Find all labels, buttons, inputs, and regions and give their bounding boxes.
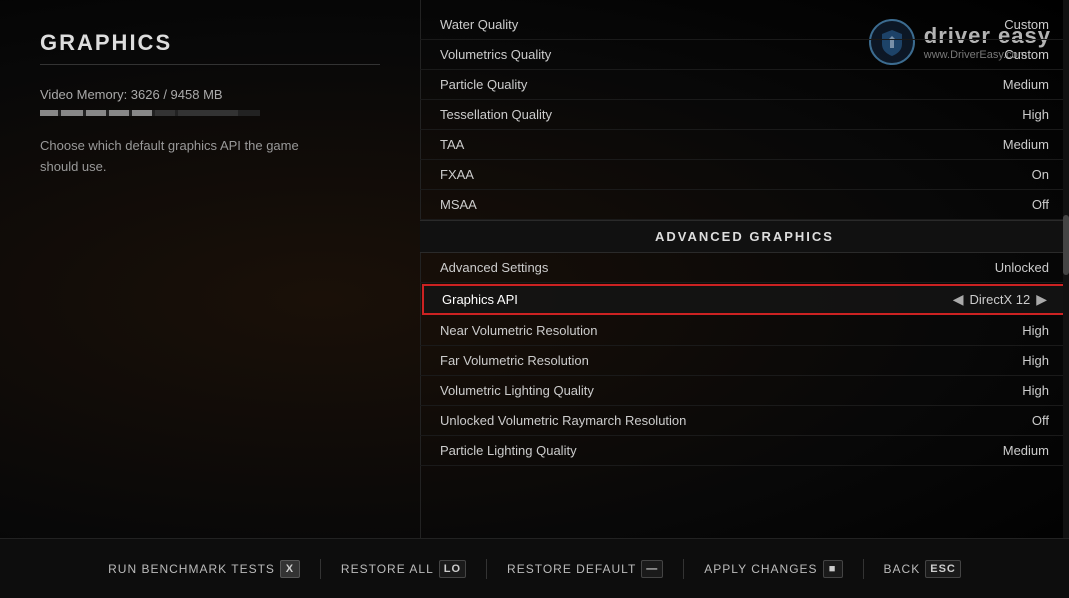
separator (486, 559, 487, 579)
page-title: Graphics (40, 30, 380, 65)
setting-row-fxaa[interactable]: FXAA On (420, 160, 1069, 190)
setting-name: MSAA (440, 197, 477, 212)
restore-all-label: Restore All (341, 562, 434, 576)
separator (683, 559, 684, 579)
run-benchmark-label: Run Benchmark Tests (108, 562, 275, 576)
setting-row-tessellation-quality[interactable]: Tessellation Quality High (420, 100, 1069, 130)
setting-row-volumetric-lighting[interactable]: Volumetric Lighting Quality High (420, 376, 1069, 406)
settings-list: Water Quality Custom Volumetrics Quality… (420, 0, 1069, 476)
scrollbar[interactable] (1063, 0, 1069, 538)
restore-all-key: LO (439, 560, 466, 578)
setting-value: High (969, 323, 1049, 338)
setting-row-water-quality[interactable]: Water Quality Custom (420, 10, 1069, 40)
back-action[interactable]: Back ESC (884, 560, 961, 578)
setting-value: Medium (969, 77, 1049, 92)
arrow-right-icon[interactable]: ▶ (1036, 291, 1047, 308)
scrollbar-thumb[interactable] (1063, 215, 1069, 275)
left-panel: Graphics Video Memory: 3626 / 9458 MB Ch… (0, 0, 420, 538)
setting-value: High (969, 383, 1049, 398)
advanced-graphics-header: Advanced Graphics (420, 220, 1069, 253)
restore-all-action[interactable]: Restore All LO (341, 560, 466, 578)
setting-value: On (969, 167, 1049, 182)
memory-label: Video Memory: 3626 / 9458 MB (40, 87, 380, 102)
setting-name: Water Quality (440, 17, 518, 32)
setting-name: Volumetric Lighting Quality (440, 383, 594, 398)
setting-name: Far Volumetric Resolution (440, 353, 589, 368)
arrow-left-icon[interactable]: ◀ (953, 291, 964, 308)
setting-row-graphics-api[interactable]: Graphics API ◀ DirectX 12 ▶ (422, 284, 1067, 315)
memory-bar (40, 110, 260, 116)
memory-bar-segment-empty (155, 110, 175, 116)
apply-changes-label: Apply Changes (704, 562, 817, 576)
setting-value: Custom (969, 17, 1049, 32)
restore-default-label: Restore Default (507, 562, 636, 576)
memory-bar-segment-empty (178, 110, 238, 116)
bottom-bar: Run Benchmark Tests X Restore All LO Res… (0, 538, 1069, 598)
setting-row-particle-lighting[interactable]: Particle Lighting Quality Medium (420, 436, 1069, 466)
setting-name: Tessellation Quality (440, 107, 552, 122)
description: Choose which default graphics API the ga… (40, 136, 300, 178)
setting-value: Off (969, 197, 1049, 212)
separator (863, 559, 864, 579)
memory-bar-segment (40, 110, 58, 116)
run-benchmark-key: X (280, 560, 300, 578)
memory-bar-segment (61, 110, 83, 116)
setting-name: Volumetrics Quality (440, 47, 551, 62)
memory-bar-segment (132, 110, 152, 116)
setting-row-unlocked-raymarch[interactable]: Unlocked Volumetric Raymarch Resolution … (420, 406, 1069, 436)
setting-name: Advanced Settings (440, 260, 548, 275)
memory-bar-segment (109, 110, 129, 116)
setting-value: Medium (969, 137, 1049, 152)
setting-value: Unlocked (969, 260, 1049, 275)
setting-name: TAA (440, 137, 464, 152)
setting-value: Off (969, 413, 1049, 428)
restore-default-action[interactable]: Restore Default — (507, 560, 663, 578)
setting-name: FXAA (440, 167, 474, 182)
setting-row-advanced-settings[interactable]: Advanced Settings Unlocked (420, 253, 1069, 283)
setting-name: Particle Lighting Quality (440, 443, 577, 458)
memory-bar-segment (86, 110, 106, 116)
setting-row-taa[interactable]: TAA Medium (420, 130, 1069, 160)
setting-value: High (969, 353, 1049, 368)
setting-value: Medium (969, 443, 1049, 458)
setting-name: Particle Quality (440, 77, 527, 92)
setting-name: Graphics API (442, 292, 518, 307)
apply-changes-key: ■ (823, 560, 843, 578)
graphics-api-value: DirectX 12 (970, 292, 1031, 307)
apply-changes-action[interactable]: Apply Changes ■ (704, 560, 842, 578)
back-label: Back (884, 562, 921, 576)
setting-row-particle-quality[interactable]: Particle Quality Medium (420, 70, 1069, 100)
setting-row-msaa[interactable]: MSAA Off (420, 190, 1069, 220)
separator (320, 559, 321, 579)
setting-name: Near Volumetric Resolution (440, 323, 598, 338)
setting-value: High (969, 107, 1049, 122)
setting-row-near-volumetric[interactable]: Near Volumetric Resolution High (420, 316, 1069, 346)
graphics-api-selector[interactable]: ◀ DirectX 12 ▶ (953, 291, 1047, 308)
setting-name: Unlocked Volumetric Raymarch Resolution (440, 413, 686, 428)
restore-default-key: — (641, 560, 663, 578)
setting-value: Custom (969, 47, 1049, 62)
run-benchmark-action[interactable]: Run Benchmark Tests X (108, 560, 300, 578)
right-panel: Water Quality Custom Volumetrics Quality… (420, 0, 1069, 538)
back-key: ESC (925, 560, 961, 578)
setting-row-far-volumetric[interactable]: Far Volumetric Resolution High (420, 346, 1069, 376)
setting-row-volumetrics-quality[interactable]: Volumetrics Quality Custom (420, 40, 1069, 70)
